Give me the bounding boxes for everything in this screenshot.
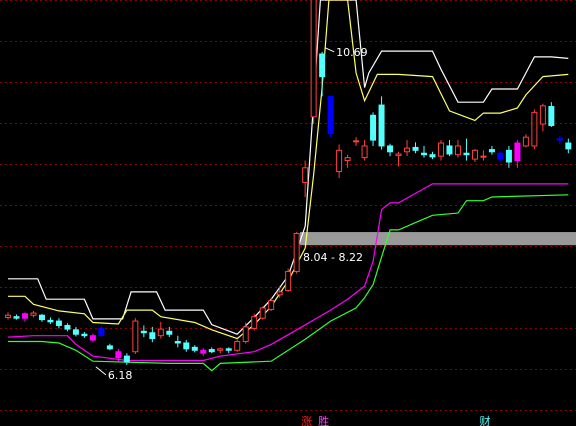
candle-body <box>310 0 317 118</box>
candle-body <box>285 270 292 291</box>
candle-body <box>149 332 156 340</box>
candle-body <box>5 314 11 318</box>
candle-body <box>140 330 147 334</box>
candle-body <box>123 355 130 363</box>
candle-body <box>437 142 444 157</box>
candle-body <box>64 324 71 330</box>
chart-background <box>0 0 576 426</box>
candle <box>251 313 258 331</box>
candle-body <box>387 145 394 153</box>
candle-body <box>404 147 411 153</box>
candle-body <box>556 138 563 141</box>
candle-body <box>47 319 54 323</box>
candle-body <box>259 307 266 319</box>
price-zone <box>300 232 576 246</box>
candle-body <box>471 149 478 160</box>
candle-body <box>378 104 385 147</box>
candle-body <box>412 146 419 151</box>
candle-body <box>251 316 258 329</box>
candle-body <box>446 145 453 155</box>
zone-bar <box>300 232 576 246</box>
candle-body <box>302 167 309 183</box>
candle-body <box>514 142 521 162</box>
candle-body <box>157 328 164 337</box>
candle-body <box>548 106 555 127</box>
candle-body <box>505 149 512 163</box>
candle-body <box>336 149 343 172</box>
candle-body <box>429 154 436 158</box>
candle-body <box>361 145 368 159</box>
candle-body <box>234 341 241 351</box>
candle-body <box>166 330 173 335</box>
candle <box>293 232 300 274</box>
candle-body <box>353 140 360 143</box>
candle <box>234 339 241 352</box>
candle <box>285 268 292 292</box>
candle-body <box>55 320 62 326</box>
candle-body <box>344 157 351 162</box>
bottom-marker-zhang: 涨 <box>301 415 312 426</box>
bottom-marker-cai: 财 <box>479 414 490 426</box>
candle-body <box>395 153 402 156</box>
candle <box>259 306 266 320</box>
candle-body <box>217 348 224 351</box>
candle-body <box>565 142 572 150</box>
candle <box>132 318 139 354</box>
candle-body <box>268 300 275 310</box>
candle-body <box>191 346 198 351</box>
candle-body <box>115 351 122 359</box>
candle-body <box>81 333 88 337</box>
candle-body <box>183 342 190 350</box>
candle <box>327 95 334 138</box>
candle-body <box>208 349 215 353</box>
candlestick-chart: 8.04 - 8.22 10.69 6.18 涨 胜 财 <box>0 0 576 426</box>
candle-body <box>200 349 207 354</box>
candle-body <box>497 152 504 160</box>
candle-body <box>276 291 283 296</box>
candle-body <box>480 155 487 158</box>
candle-body <box>106 345 113 350</box>
zone-label: 8.04 - 8.22 <box>303 251 363 264</box>
candle-body <box>89 335 96 341</box>
high-price-annotation: 10.69 <box>336 46 368 59</box>
candle-body <box>531 111 538 147</box>
candle-body <box>421 152 428 156</box>
candle-body <box>370 114 377 141</box>
candle-body <box>38 314 45 321</box>
candle-body <box>319 53 326 78</box>
candle-body <box>21 313 28 319</box>
candle-body <box>539 105 546 125</box>
candle <box>310 0 317 125</box>
candle-body <box>463 152 470 156</box>
candle-body <box>30 312 37 316</box>
bottom-marker-sheng: 胜 <box>318 414 329 426</box>
candle-body <box>488 149 495 153</box>
candle-body <box>522 136 529 147</box>
candle-body <box>242 326 249 343</box>
candle-body <box>327 95 334 135</box>
candle-body <box>98 327 105 337</box>
candle-body <box>225 348 232 351</box>
low-price-annotation: 6.18 <box>108 369 132 382</box>
candle-body <box>293 233 300 272</box>
candle-body <box>72 329 79 335</box>
candle-body <box>454 145 461 156</box>
candle-body <box>174 341 181 344</box>
candle <box>531 109 538 149</box>
candle-body <box>13 316 20 319</box>
candle-body <box>132 320 139 353</box>
